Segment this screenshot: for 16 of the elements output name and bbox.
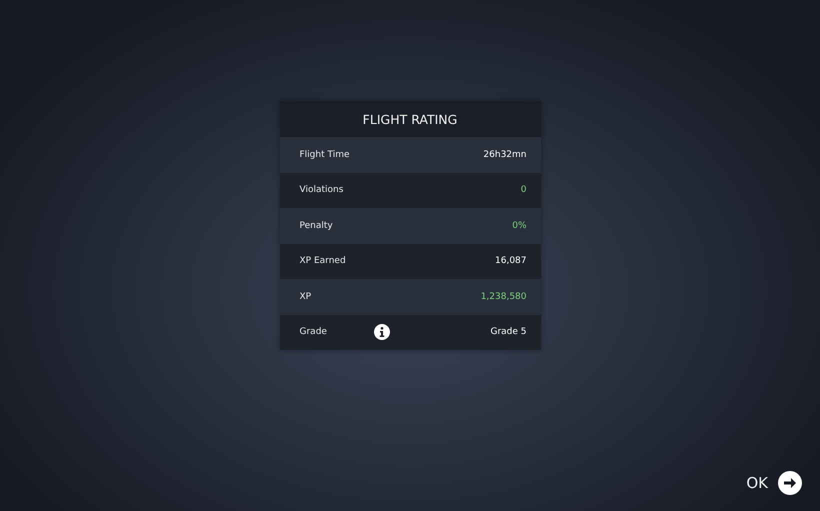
- row-label: XP: [300, 292, 312, 302]
- row-value: 0%: [512, 220, 526, 231]
- row-value: 1,238,580: [480, 292, 526, 302]
- row-label: XP Earned: [300, 256, 347, 266]
- panel-title: FLIGHT RATING: [362, 112, 458, 126]
- row-value: 0: [520, 185, 526, 196]
- row-label: Violations: [300, 185, 344, 196]
- info-icon[interactable]: [374, 324, 390, 340]
- row-label: Flight Time: [300, 150, 351, 160]
- row-value: Grade 5: [490, 327, 526, 338]
- row-label: Grade: [300, 327, 328, 338]
- row-value: 26h32mn: [483, 150, 526, 160]
- row-value: 16,087: [495, 256, 526, 266]
- ok-button[interactable]: OK: [746, 471, 802, 495]
- arrow-right-icon: [778, 471, 802, 495]
- row-label: Penalty: [300, 220, 334, 231]
